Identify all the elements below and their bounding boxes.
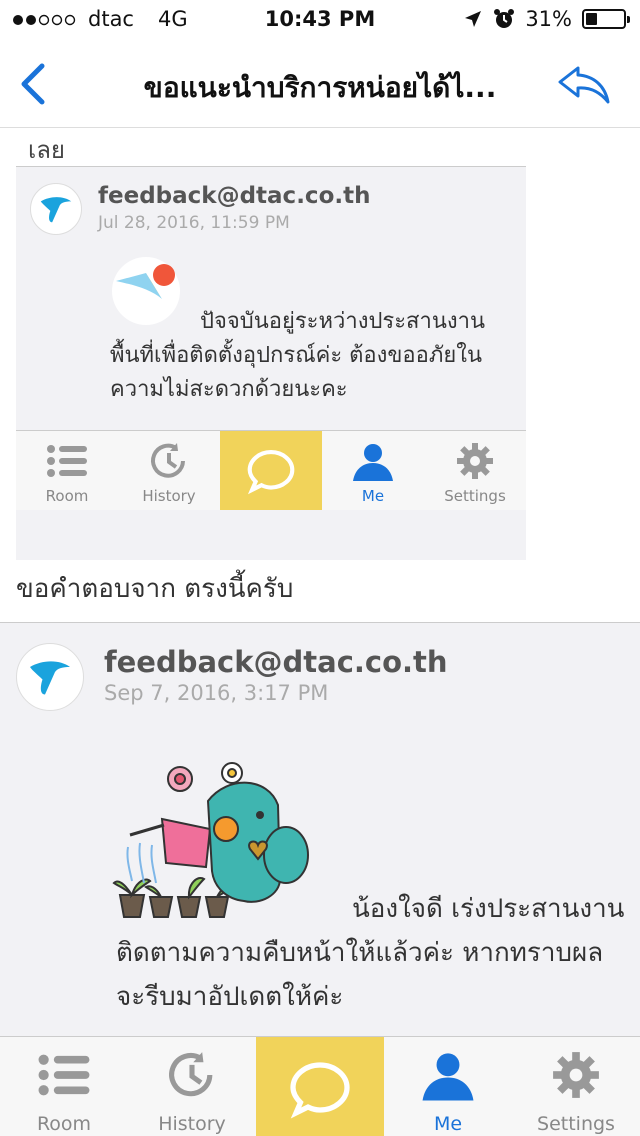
thread-title: ขอแนะนำบริการหน่อยได้ไ... <box>143 71 497 104</box>
message-date: Sep 7, 2016, 3:17 PM <box>104 681 329 705</box>
embedded-tab-room: Room <box>16 431 118 510</box>
tab-label: Settings <box>537 1113 615 1135</box>
dtac-logo-icon <box>40 197 72 223</box>
tab-label: History <box>142 487 196 505</box>
person-icon <box>353 444 393 481</box>
user-reply-text: ขอคำตอบจาก ตรงนี้ครับ <box>16 574 294 604</box>
message-body: ปัจจบันอยู่ระหว่างประสานงานพื้นที่เพื่อต… <box>110 309 485 402</box>
back-chevron-icon[interactable] <box>14 62 54 106</box>
embedded-tab-chat <box>220 431 322 510</box>
chat-bubble-icon <box>290 1062 350 1119</box>
alarm-clock-icon <box>494 9 515 28</box>
message-body: น้องใจดี เร่งประสานงานติดตามความคืบหน้าใ… <box>116 894 625 1012</box>
list-icon <box>38 1054 90 1096</box>
tab-settings[interactable]: Settings <box>512 1037 640 1136</box>
dtac-avatar[interactable] <box>16 643 84 711</box>
embedded-tab-bar: Room History Me Settings <box>16 430 526 510</box>
reply-arrow-icon[interactable] <box>556 62 612 106</box>
tab-label: Me <box>361 487 385 505</box>
tab-label: Settings <box>444 487 506 505</box>
person-icon <box>422 1053 474 1101</box>
tab-label: Room <box>45 487 89 505</box>
tab-chat[interactable] <box>256 1037 384 1136</box>
battery-icon <box>582 9 630 29</box>
tab-bar: Room History Me Settings <box>0 1036 640 1136</box>
status-bar: dtac 4G 10:43 PM 31% <box>0 0 640 40</box>
status-right: 31% <box>463 7 630 31</box>
tab-label: History <box>158 1113 226 1135</box>
history-clock-icon <box>169 1052 213 1097</box>
embedded-tab-history: History <box>118 431 220 510</box>
location-arrow-icon <box>465 11 482 27</box>
nav-bar: ขอแนะนำบริการหน่อยได้ไ... <box>0 40 640 128</box>
chat-bubble-icon <box>247 450 295 495</box>
gear-icon <box>553 1052 599 1098</box>
history-clock-icon <box>151 443 185 478</box>
dtac-avatar <box>30 183 82 235</box>
list-icon <box>47 445 87 477</box>
embedded-tab-settings: Settings <box>424 431 526 510</box>
tab-history[interactable]: History <box>128 1037 256 1136</box>
tab-room[interactable]: Room <box>0 1037 128 1136</box>
embedded-tab-me: Me <box>322 431 424 510</box>
thread-content[interactable]: เลย feedback@dtac.co.th Jul 28, 2016, 11… <box>0 128 640 1036</box>
message-card: feedback@dtac.co.th Sep 7, 2016, 3:17 PM <box>0 622 640 1036</box>
message-date: Jul 28, 2016, 11:59 PM <box>98 213 290 233</box>
dtac-logo-icon <box>30 661 70 695</box>
sender-email: feedback@dtac.co.th <box>98 183 371 209</box>
sender-email: feedback@dtac.co.th <box>104 645 448 679</box>
tab-label: Me <box>433 1113 463 1135</box>
gear-icon <box>457 443 493 479</box>
tab-me[interactable]: Me <box>384 1037 512 1136</box>
previous-message-fragment: เลย <box>28 136 65 164</box>
battery-percent: 31% <box>525 7 572 31</box>
tab-label: Room <box>36 1113 92 1135</box>
